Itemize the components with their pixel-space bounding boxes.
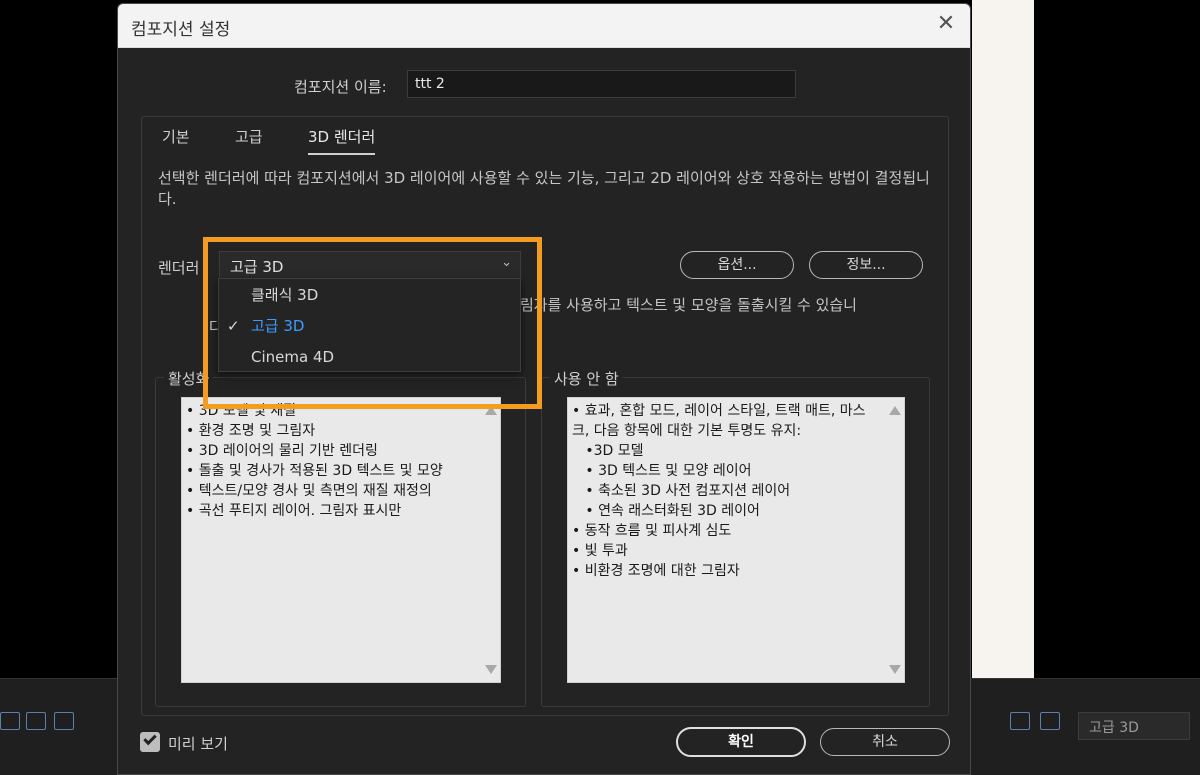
renderer-dropdown-menu: 클래식 3D ✓ 고급 3D Cinema 4D [218,278,521,372]
checkmark-icon: ✓ [227,317,240,335]
composition-canvas [972,0,1034,678]
list-item: • 빛 투과 [572,543,628,559]
scroll-down-icon[interactable] [889,665,901,674]
chevron-down-icon: ⌄ [501,255,512,270]
tab-advanced[interactable]: 고급 [235,126,263,153]
preview-label: 미리 보기 [168,735,228,753]
tab-basic[interactable]: 기본 [162,126,190,153]
renderer-select[interactable]: 고급 3D ⌄ [219,251,521,279]
list-item: • 비환경 조명에 대한 그림자 [572,563,740,579]
ok-button[interactable]: 확인 [676,727,806,757]
list-item: • 텍스트/모양 경사 및 측면의 재질 재정의 [186,483,432,499]
enabled-features-list[interactable]: • 3D 모델 및 재질 • 환경 조명 및 그림자 • 3D 레이어의 물리 … [181,397,501,683]
list-item: • 효과, 혼합 모드, 레이어 스타일, 트랙 매트, 마스크, 다음 항목에… [572,403,866,439]
disabled-features-list[interactable]: • 효과, 혼합 모드, 레이어 스타일, 트랙 매트, 마스크, 다음 항목에… [567,397,905,683]
scroll-down-icon[interactable] [485,665,497,674]
renderer-toolbar-select[interactable]: 고급 3D [1078,712,1190,740]
list-item: • 연속 래스터화된 3D 레이어 [572,503,760,519]
dropdown-option-advanced-3d[interactable]: ✓ 고급 3D [219,311,520,341]
list-item: • 동작 흐름 및 피사계 심도 [572,523,732,539]
option-label: 고급 3D [251,317,305,335]
renderer-description: 선택한 렌더러에 따라 컴포지션에서 3D 레이어에 사용할 수 있는 기능, … [158,169,930,208]
transparency-icon[interactable] [1040,712,1060,730]
toggle-icon[interactable] [0,712,20,730]
scrollbar[interactable] [886,398,904,682]
list-item: • 돌출 및 경사가 적용된 3D 텍스트 및 모양 [186,463,443,479]
grid-icon[interactable] [54,712,74,730]
layout-icon[interactable] [1010,712,1030,730]
options-button[interactable]: 옵션... [680,251,794,279]
info-button[interactable]: 정보... [809,251,923,279]
renderer-select-value: 고급 3D [230,258,284,276]
scroll-up-icon[interactable] [485,406,497,415]
list-item: • 3D 텍스트 및 모양 레이어 [572,463,752,479]
close-icon[interactable]: ✕ [934,13,958,37]
list-item: • 축소된 3D 사전 컴포지션 레이어 [572,483,791,499]
option-label: 클래식 3D [251,286,319,304]
list-item: • 환경 조명 및 그림자 [186,423,316,439]
list-item: • 3D 레이어의 물리 기반 렌더링 [186,443,378,459]
enabled-label: 활성화 [164,368,214,389]
dialog-title: 컴포지션 설정 [131,20,231,40]
composition-settings-dialog: 컴포지션 설정 ✕ 컴포지션 이름: 기본 고급 3D 렌더러 선택한 렌더러에… [117,3,971,775]
dialog-titlebar: 컴포지션 설정 ✕ [118,4,970,48]
dropdown-option-cinema-4d[interactable]: Cinema 4D [219,342,520,372]
renderer-hint-text: 림자를 사용하고 텍스트 및 모양을 돌출시킬 수 있습니 [520,296,857,314]
tab-3d-renderer[interactable]: 3D 렌더러 [308,126,376,155]
preview-checkbox[interactable] [140,731,160,752]
scroll-up-icon[interactable] [889,406,901,415]
dropdown-option-classic-3d[interactable]: 클래식 3D [219,280,520,310]
list-item: • 곡선 푸티지 레이어. 그림자 표시만 [186,503,402,519]
renderer-label: 렌더러 [158,259,200,277]
scrollbar[interactable] [482,398,500,682]
list-item: •3D 모델 [572,443,644,459]
region-icon[interactable] [26,712,46,730]
option-label: Cinema 4D [251,348,335,366]
list-item: • 3D 모델 및 재질 [186,403,297,419]
disabled-label: 사용 안 함 [550,368,623,389]
composition-name-label: 컴포지션 이름: [294,78,387,96]
composition-name-input[interactable] [407,70,796,98]
cancel-button[interactable]: 취소 [820,728,950,756]
checkmark-icon [143,731,157,746]
